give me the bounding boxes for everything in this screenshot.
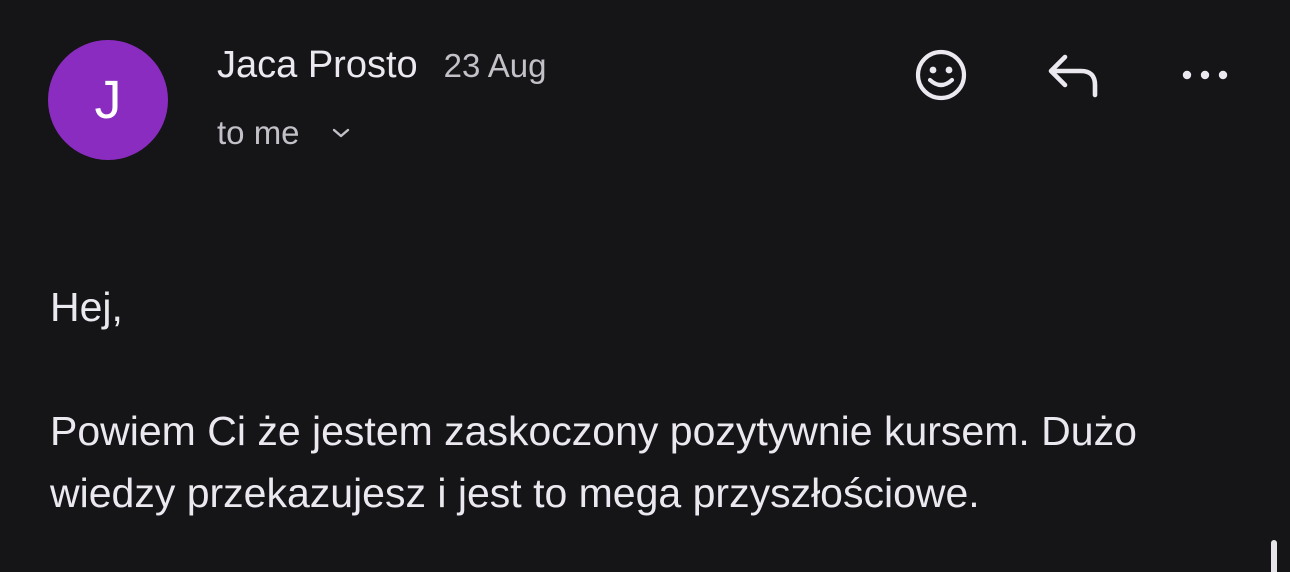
- message-date: 23 Aug: [443, 47, 547, 84]
- message-greeting: Hej,: [50, 284, 123, 330]
- smiley-face-icon: [915, 49, 967, 101]
- reply-button[interactable]: [1040, 42, 1106, 108]
- avatar[interactable]: J: [48, 40, 168, 160]
- sender-name[interactable]: Jaca Prosto: [217, 44, 418, 87]
- more-options-button[interactable]: [1172, 42, 1238, 108]
- recipient-label: to me: [217, 114, 300, 151]
- message-paragraph: Powiem Ci że jestem zaskoczony pozytywni…: [50, 408, 1137, 516]
- message-header: Jaca Prosto 23 Aug: [217, 44, 546, 87]
- add-reaction-button[interactable]: [908, 42, 974, 108]
- scrollbar-thumb[interactable]: [1271, 540, 1277, 572]
- avatar-initial: J: [94, 70, 122, 130]
- email-message-view: J Jaca Prosto 23 Aug to me Hej, Powiem C…: [0, 0, 1290, 572]
- chevron-down-icon: [332, 128, 349, 138]
- message-body: Hej, Powiem Ci że jestem zaskoczony pozy…: [50, 276, 1250, 524]
- reply-arrow-icon: [1048, 54, 1098, 98]
- more-horizontal-icon: [1182, 70, 1228, 80]
- recipient-details-toggle[interactable]: to me: [217, 114, 352, 152]
